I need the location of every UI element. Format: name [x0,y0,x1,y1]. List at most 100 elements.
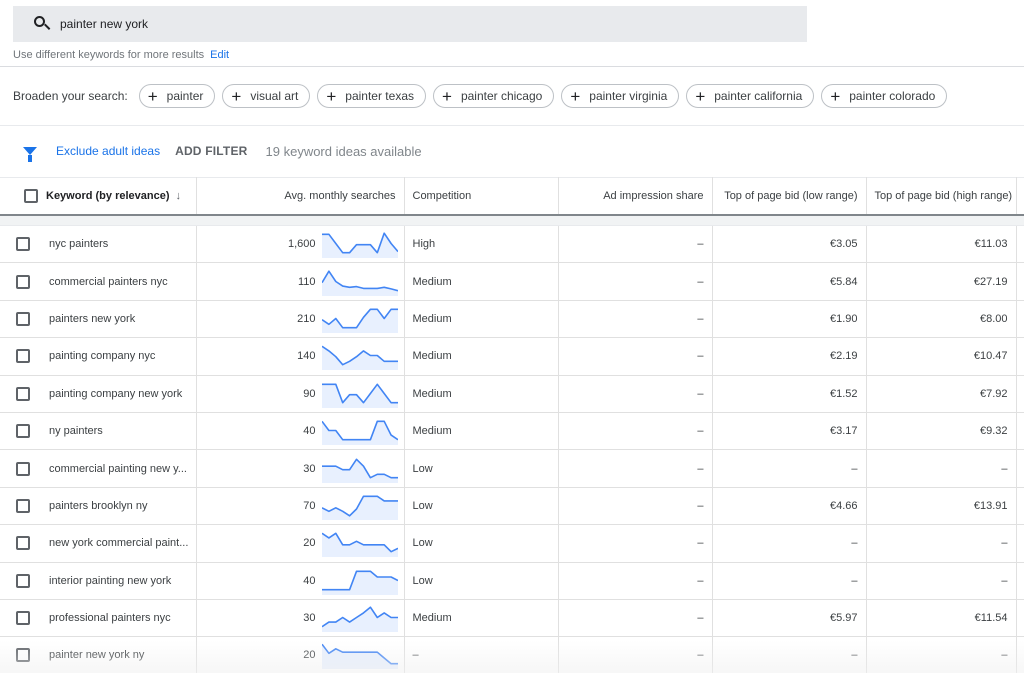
keyword-cell: painter new york ny [46,636,197,673]
row-checkbox[interactable] [16,498,30,513]
ad-impression-share-cell: – [558,337,713,376]
column-header-bid-high[interactable]: Top of page bid (high range) [866,177,1017,216]
trend-sparkline [321,380,398,408]
row-checkbox-cell [0,225,46,264]
ad-impression-share-cell: – [558,636,713,673]
ad-impression-share-cell: – [558,562,713,600]
sparkline-area [321,346,398,371]
bid-low-cell: €5.84 [712,262,867,301]
trend-sparkline [321,641,398,670]
ad-impression-share-cell: – [558,300,713,339]
trend-sparkline [321,529,398,558]
plus-icon: + [147,86,158,106]
avg-monthly-searches-cell: 140 [196,337,405,376]
select-all-checkbox[interactable] [24,188,38,203]
broaden-chip[interactable]: + painter virginia [561,84,680,108]
row-checkbox[interactable] [16,536,30,551]
broaden-chip[interactable]: + painter texas [317,84,426,108]
chip-label: painter colorado [849,89,936,103]
avg-monthly-searches-cell: 20 [196,636,405,673]
column-header-overflow [1016,177,1024,216]
avg-monthly-searches-value: 140 [297,350,316,363]
sparkline-chart [321,644,398,670]
row-checkbox[interactable] [16,611,30,626]
competition-cell: – [404,636,559,673]
row-checkbox[interactable] [16,461,30,476]
avg-monthly-searches-value: 20 [303,537,316,550]
keyword-search-field[interactable]: painter new york [13,6,807,42]
column-header-competition[interactable]: Competition [404,177,559,216]
ad-impression-share-cell: – [558,599,713,638]
ad-impression-share-cell: – [558,412,713,451]
row-checkbox[interactable] [16,648,30,663]
table-row: painting company new york 90 Medium – €1.52 €… [0,375,1024,413]
overflow-cell [1016,412,1024,451]
column-header-keyword[interactable]: Keyword (by relevance) ↓ [46,177,197,216]
broaden-search-bar: Broaden your search: + painter + visual art… [13,84,954,108]
avg-monthly-searches-value: 110 [297,275,316,288]
bid-low-cell: €4.66 [712,487,867,526]
trend-sparkline [321,268,398,296]
overflow-cell [1016,337,1024,376]
avg-monthly-searches-value: 70 [303,499,316,512]
row-checkbox[interactable] [16,237,30,252]
keyword-cell: painters new york [46,300,197,339]
sparkline-chart [321,570,398,595]
bid-low-cell: €2.19 [712,337,867,376]
row-checkbox[interactable] [16,573,30,588]
avg-monthly-searches-value: 90 [303,387,316,400]
row-checkbox[interactable] [16,349,30,364]
broaden-chip[interactable]: + visual art [222,84,311,108]
broaden-chip[interactable]: + painter chicago [433,84,555,108]
edit-link[interactable]: Edit [210,49,229,61]
row-checkbox[interactable] [16,311,30,326]
trend-sparkline [321,455,398,483]
broaden-chip[interactable]: + painter california [686,84,815,108]
sparkline-area [321,644,398,670]
plus-icon: + [442,86,452,106]
filter-bar: Exclude adult ideas ADD FILTER 19 keywor… [23,143,422,162]
search-hint: Use different keywords for more results E… [13,49,229,61]
sort-descending-icon: ↓ [175,189,182,202]
table-row: painters new york 210 Medium – €1.90 €8.00 [0,300,1024,339]
trend-sparkline [321,305,398,333]
avg-monthly-searches-cell: 40 [196,562,405,600]
bid-low-cell: €1.90 [712,300,867,339]
sparkline-chart [321,458,398,483]
avg-monthly-searches-cell: 70 [196,487,405,526]
broaden-chip[interactable]: + painter colorado [821,84,948,108]
broaden-chip[interactable]: + painter [138,84,216,108]
row-checkbox-cell [0,524,46,563]
bid-high-cell: €13.91 [866,487,1017,526]
sparkline-chart [321,345,398,371]
search-query[interactable]: painter new york [60,17,148,31]
overflow-cell [1016,300,1024,339]
bid-low-cell: €5.97 [712,599,867,638]
row-checkbox[interactable] [16,424,30,439]
avg-monthly-searches-cell: 20 [196,524,405,563]
avg-monthly-searches-value: 40 [303,425,316,438]
chip-label: painter chicago [460,89,543,103]
row-checkbox-cell [0,337,46,376]
overflow-cell [1016,524,1024,563]
keyword-cell: interior painting new york [46,562,197,600]
column-header-avg-monthly-searches[interactable]: Avg. monthly searches [196,177,405,216]
exclude-adult-ideas-filter[interactable]: Exclude adult ideas [56,144,160,158]
add-filter-button[interactable]: ADD FILTER [175,144,247,158]
avg-monthly-searches-cell: 30 [196,599,405,638]
keyword-header-label: Keyword (by relevance) [46,189,170,202]
trend-sparkline [321,342,398,371]
plus-icon: + [231,86,242,106]
avg-monthly-searches-cell: 1,600 [196,225,405,264]
overflow-cell [1016,449,1024,488]
row-checkbox[interactable] [16,386,30,401]
table-row: painting company nyc 140 Medium – €2.19 €10.4… [0,337,1024,376]
row-checkbox[interactable] [16,274,30,289]
row-checkbox-cell [0,300,46,339]
column-header-ad-impression-share[interactable]: Ad impression share [558,177,713,216]
avg-monthly-searches-cell: 210 [196,300,405,339]
keyword-cell: professional painters nyc [46,599,197,638]
column-header-bid-low[interactable]: Top of page bid (low range) [712,177,867,216]
chip-label: painter [166,89,204,103]
filter-icon[interactable] [23,147,37,162]
